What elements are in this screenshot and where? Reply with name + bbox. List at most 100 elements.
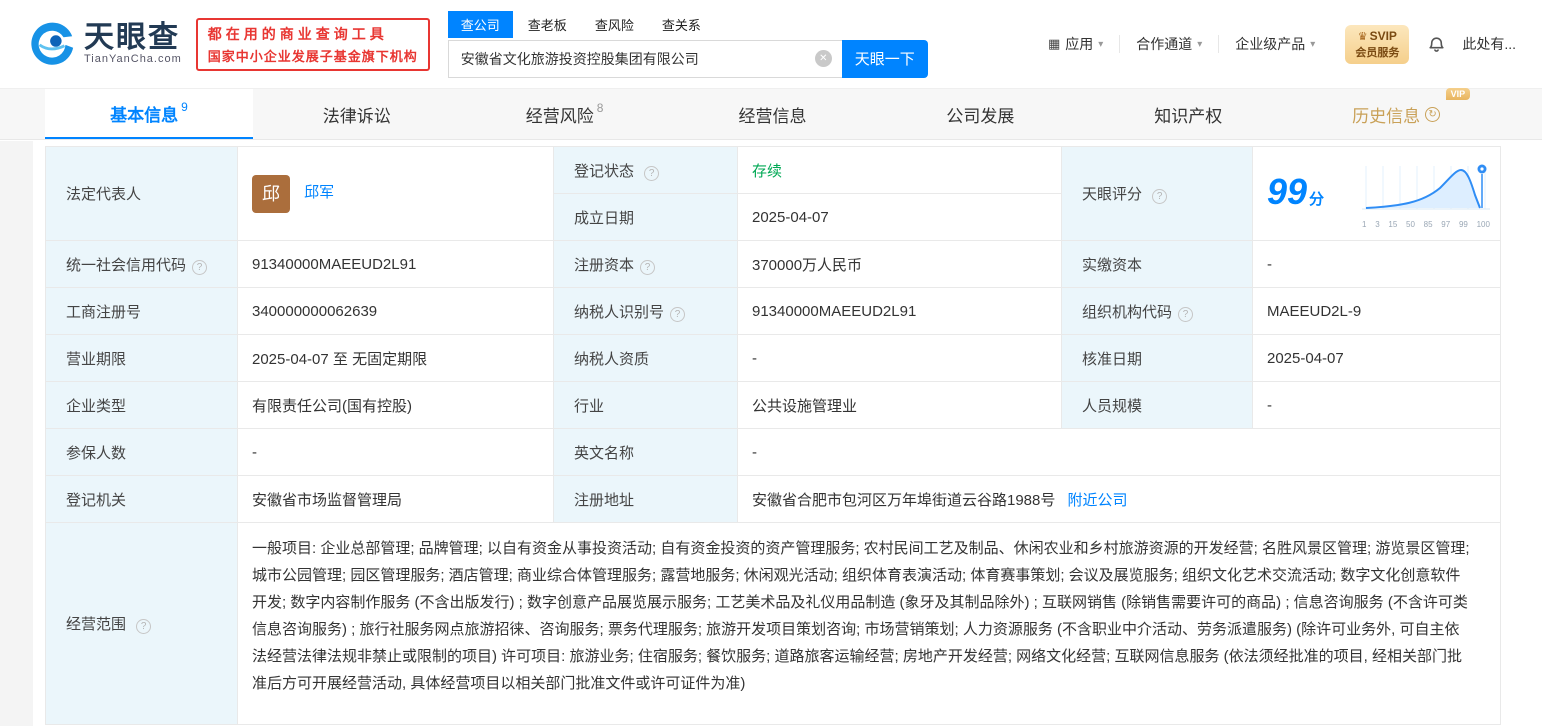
top-header: 天眼查 TianYanCha.com 都在用的商业查询工具 国家中小企业发展子基… [0,0,1542,88]
reg-status-value: 存续 [752,162,783,180]
menu-cooperation[interactable]: 合作通道 ▾ [1119,35,1218,53]
vip-tag: VIP [1445,87,1471,100]
taxpayer-quality-value: - [752,349,757,367]
company-basic-info: 法定代表人 邱 邱军 登记状态 ? 存续 天眼评分 ? 99 分 1 3 15 … [45,146,1501,725]
reg-address-value: 安徽省合肥市包河区万年埠街道云谷路1988号 [752,491,1056,509]
tab-label: 知识产权 [1154,106,1223,126]
approval-date-label: 核准日期 [1082,350,1143,368]
search-tab-boss[interactable]: 查老板 [515,11,580,38]
legal-rep-label: 法定代表人 [66,186,142,203]
tab-historical-info[interactable]: 历史信息 VIP ↻ [1292,87,1500,139]
search-type-tabs: 查公司 查老板 查风险 查关系 [447,10,928,38]
company-type-value: 有限责任公司(国有控股) [252,397,412,415]
taxpayer-id-value: 91340000MAEEUD2L91 [752,302,917,320]
reg-authority-value: 安徽省市场监督管理局 [252,491,403,509]
crown-icon: ♛ [1357,30,1368,43]
clear-search-icon[interactable]: ✕ [814,49,832,67]
tab-label: 经营信息 [738,106,807,126]
paid-capital-value: - [1267,255,1272,273]
brand-domain: TianYanCha.com [84,53,182,65]
table-row: 统一社会信用代码? 91340000MAEEUD2L91 注册资本? 37000… [45,240,1501,288]
taxpayer-quality-label: 纳税人资质 [574,350,650,368]
search-tab-relation[interactable]: 查关系 [649,11,714,38]
reg-authority-label: 登记机关 [66,491,127,509]
company-type-label: 企业类型 [66,397,127,415]
search-input[interactable] [447,39,842,78]
menu-enterprise-products[interactable]: 企业级产品 ▾ [1218,35,1331,53]
business-term-value: 2025-04-07 至 无固定期限 [252,350,428,368]
brand-slogan-box: 都在用的商业查询工具 国家中小企业发展子基金旗下机构 [195,17,430,71]
tab-basic-info[interactable]: 基本信息 9 [45,89,253,139]
tab-label: 法律诉讼 [322,106,391,126]
credit-code-value: 91340000MAEEUD2L91 [252,255,417,273]
staff-size-label: 人员规模 [1082,397,1143,415]
score-axis-labels: 13 15 50 85 97 99 100 [1362,220,1490,229]
tianyancha-logo-icon [30,19,76,70]
reg-number-label: 工商注册号 [66,303,142,321]
menu-apps[interactable]: ▦ 应用 ▾ [1032,35,1119,53]
section-tabbar: 基本信息 9 法律诉讼 经营风险 8 经营信息 公司发展 知识产权 历史信息 V… [0,87,1542,140]
tab-count: 9 [181,100,188,114]
reg-capital-label: 注册资本 [574,256,635,274]
header-menu: ▦ 应用 ▾ 合作通道 ▾ 企业级产品 ▾ [1032,35,1331,53]
notification-bell-icon[interactable] [1427,34,1446,55]
table-row: 经营范围 ? 一般项目: 企业总部管理; 品牌管理; 以自有资金从事投资活动; … [45,522,1501,725]
help-icon[interactable]: ? [640,259,656,275]
org-code-label: 组织机构代码 [1082,303,1173,321]
slogan-line2: 国家中小企业发展子基金旗下机构 [207,48,418,64]
insured-count-label: 参保人数 [66,444,127,462]
chevron-down-icon: ▾ [1098,38,1104,50]
apps-grid-icon: ▦ [1047,36,1061,51]
tab-label: 历史信息 [1352,106,1421,126]
legal-rep-link[interactable]: 邱军 [304,184,334,201]
tab-intellectual-property[interactable]: 知识产权 [1084,89,1292,139]
left-gutter [0,141,33,726]
slogan-line1: 都在用的商业查询工具 [207,25,388,42]
industry-value: 公共设施管理业 [752,397,858,415]
nearby-companies-link[interactable]: 附近公司 [1068,492,1128,509]
help-icon[interactable]: ? [1152,189,1168,204]
table-row: 参保人数 - 英文名称 - [45,428,1501,476]
help-icon[interactable]: ? [670,306,686,322]
tab-label: 公司发展 [946,106,1015,126]
svip-member-button[interactable]: ♛ SVIP 会员服务 [1345,24,1410,64]
tab-business-risk[interactable]: 经营风险 8 [461,89,669,139]
tianyan-score: 99 分 [1267,170,1325,212]
english-name-value: - [752,443,757,461]
business-scope-text: 一般项目: 企业总部管理; 品牌管理; 以自有资金从事投资活动; 自有资金投资的… [252,540,1470,692]
chevron-down-icon: ▾ [1310,38,1316,50]
tianyancha-logo[interactable]: 天眼查 TianYanCha.com [30,19,182,70]
help-icon[interactable]: ? [136,619,152,634]
table-row: 工商注册号 340000000062639 纳税人识别号? 91340000MA… [45,287,1501,335]
reg-number-value: 340000000062639 [252,302,378,320]
table-row: 法定代表人 邱 邱军 登记状态 ? 存续 天眼评分 ? 99 分 1 3 15 … [45,146,1501,241]
svip-sub-label: 会员服务 [1355,46,1400,59]
help-icon[interactable]: ? [1178,306,1194,322]
tab-company-development[interactable]: 公司发展 [876,89,1084,139]
reg-address-label: 注册地址 [574,491,635,509]
help-icon[interactable]: ? [192,259,208,275]
approval-date-value: 2025-04-07 [1267,349,1344,367]
english-name-label: 英文名称 [574,444,635,462]
search-button[interactable]: 天眼一下 [841,39,928,78]
header-notice-text[interactable]: 此处有... [1462,34,1516,54]
org-code-value: MAEEUD2L-9 [1267,302,1362,320]
table-row: 企业类型 有限责任公司(国有控股) 行业 公共设施管理业 人员规模 - [45,381,1501,429]
table-row: 登记机关 安徽省市场监督管理局 注册地址 安徽省合肥市包河区万年埠街道云谷路19… [45,475,1501,523]
legal-rep-avatar[interactable]: 邱 [252,174,290,213]
help-icon[interactable]: ? [644,165,660,181]
tab-legal-proceedings[interactable]: 法律诉讼 [253,89,461,139]
staff-size-value: - [1267,396,1272,414]
company-info-table: 法定代表人 邱 邱军 登记状态 ? 存续 天眼评分 ? 99 分 1 3 15 … [45,146,1501,725]
search-tab-risk[interactable]: 查风险 [582,11,647,38]
brand-name: 天眼查 [84,21,180,54]
establish-date-value: 2025-04-07 [752,208,829,226]
score-label: 天眼评分 [1082,186,1143,203]
insured-count-value: - [252,443,257,461]
taxpayer-id-label: 纳税人识别号 [574,303,665,321]
search-tab-company[interactable]: 查公司 [447,10,513,38]
establish-date-label: 成立日期 [574,209,635,227]
menu-cooperation-label: 合作通道 [1136,36,1193,52]
business-term-label: 营业期限 [66,350,127,368]
tab-business-info[interactable]: 经营信息 [669,89,877,139]
